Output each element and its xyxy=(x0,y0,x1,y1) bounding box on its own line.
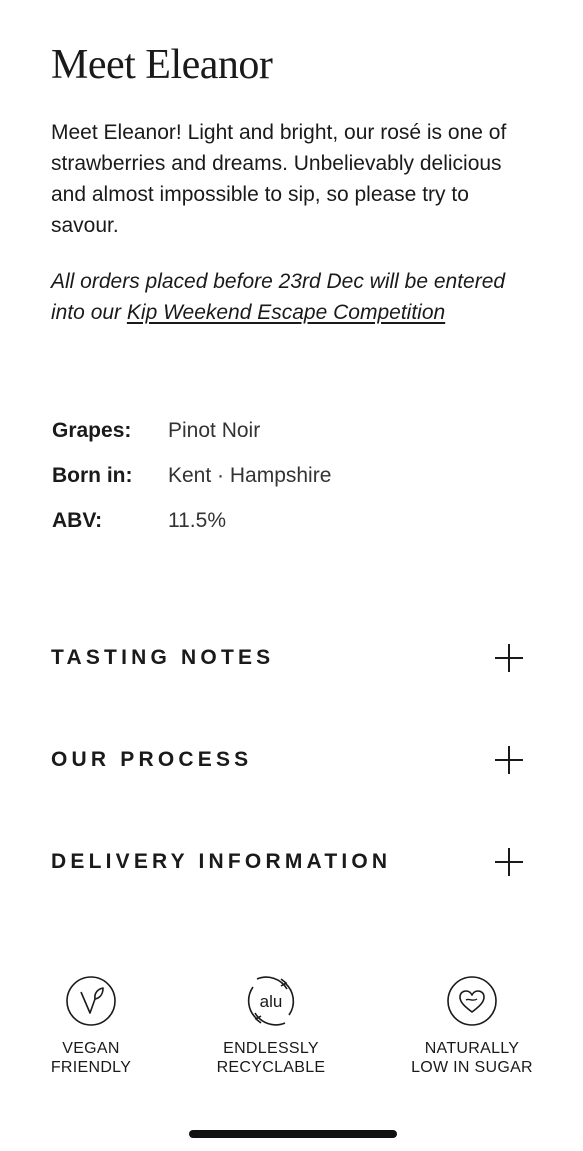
promo-text: All orders placed before 23rd Dec will b… xyxy=(51,266,521,328)
product-badges: VEGAN FRIENDLY alu ENDLESSLY RECYCLABLE … xyxy=(0,975,583,1085)
home-indicator[interactable] xyxy=(189,1130,397,1138)
accordion-our-process[interactable]: OUR PROCESS xyxy=(51,730,523,790)
badge-label: VEGAN FRIENDLY xyxy=(50,1040,132,1076)
badge-vegan: VEGAN FRIENDLY xyxy=(11,975,171,1077)
accordion-tasting-notes[interactable]: TASTING NOTES xyxy=(51,628,523,688)
spec-row-grapes: Grapes: Pinot Noir xyxy=(52,408,331,453)
spec-label: Born in: xyxy=(52,463,133,487)
vegan-leaf-icon xyxy=(66,976,116,1026)
spec-list: Grapes: Pinot Noir Born in: Kent · Hamps… xyxy=(52,408,331,543)
competition-link[interactable]: Kip Weekend Escape Competition xyxy=(127,301,445,324)
accordion-title: TASTING NOTES xyxy=(51,646,275,669)
heart-icon xyxy=(447,976,497,1026)
badge-label: ENDLESSLY RECYCLABLE xyxy=(216,1040,326,1076)
accordion-title: DELIVERY INFORMATION xyxy=(51,850,392,873)
spec-row-born-in: Born in: Kent · Hampshire xyxy=(52,453,331,498)
accordion-title: OUR PROCESS xyxy=(51,748,253,771)
spec-label: Grapes: xyxy=(52,418,132,442)
spec-value: Pinot Noir xyxy=(168,418,261,442)
spec-value: Kent · Hampshire xyxy=(168,463,332,487)
product-description: Meet Eleanor! Light and bright, our rosé… xyxy=(51,121,507,237)
badge-label: NATURALLY LOW IN SUGAR xyxy=(411,1040,533,1076)
spec-label: ABV: xyxy=(52,508,103,532)
accordion-delivery-information[interactable]: DELIVERY INFORMATION xyxy=(51,832,523,892)
plus-icon[interactable] xyxy=(495,848,523,876)
badge-recyclable: alu ENDLESSLY RECYCLABLE xyxy=(191,975,351,1077)
plus-icon[interactable] xyxy=(495,644,523,672)
spec-row-abv: ABV: 11.5% xyxy=(52,498,331,543)
product-title: Meet Eleanor xyxy=(51,42,273,88)
spec-value: 11.5% xyxy=(168,508,226,532)
plus-icon[interactable] xyxy=(495,746,523,774)
alu-recycle-icon: alu xyxy=(247,976,295,1026)
badge-low-sugar: NATURALLY LOW IN SUGAR xyxy=(392,975,552,1077)
svg-text:alu: alu xyxy=(260,992,283,1011)
